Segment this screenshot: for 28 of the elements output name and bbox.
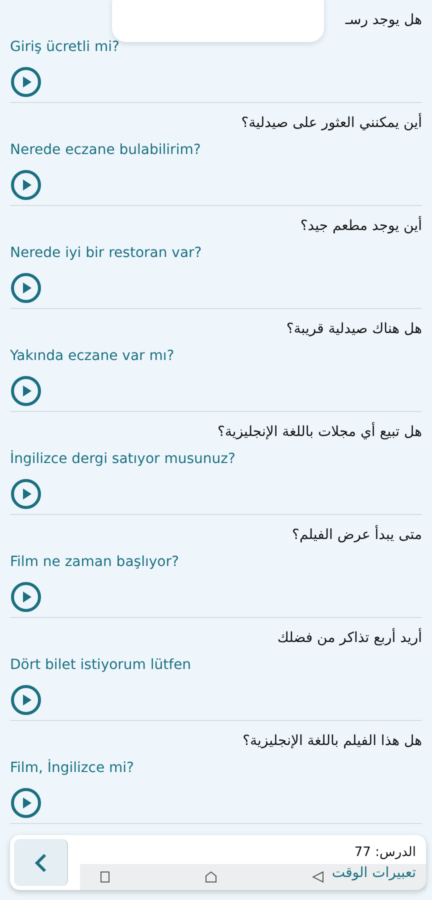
chevron-left-icon [34, 852, 48, 872]
arabic-phrase: هل يوجد رسـ [345, 11, 422, 30]
play-icon[interactable] [10, 478, 42, 510]
play-icon[interactable] [10, 169, 42, 201]
arabic-phrase: هل هناك صيدلية قريبة؟ [286, 320, 422, 339]
turkish-phrase: Film ne zaman başlıyor? [10, 553, 179, 572]
arabic-phrase: هل تبيع أي مجلات باللغة الإنجليزية؟ [218, 421, 422, 442]
turkish-phrase: Nerede iyi bir restoran var? [10, 244, 202, 263]
lesson-title: تعبيرات الوقت [332, 864, 416, 882]
turkish-phrase: Yakında eczane var mı? [10, 347, 174, 366]
back-button[interactable] [14, 839, 68, 886]
arabic-phrase: هل هذا الفيلم باللغة الإنجليزية؟ [242, 732, 422, 751]
arabic-phrase: أين يوجد مطعم جيد؟ [300, 215, 422, 236]
play-icon[interactable] [10, 272, 42, 304]
arabic-phrase: أريد أربع تذاكر من فضلك [277, 627, 422, 648]
play-icon[interactable] [10, 581, 42, 613]
turkish-phrase: Film, İngilizce mi? [10, 758, 134, 778]
play-icon[interactable] [10, 375, 42, 407]
play-icon[interactable] [10, 66, 42, 98]
turkish-phrase: Dört bilet istiyorum lütfen [10, 656, 192, 675]
arabic-phrase: متى يبدأ عرض الفيلم؟ [292, 524, 422, 545]
turkish-phrase: Nerede eczane bulabilirim? [10, 141, 201, 160]
turkish-phrase: Giriş ücretli mi? [10, 38, 120, 57]
turkish-phrase: İngilizce dergi satıyor musunuz? [10, 449, 236, 469]
arabic-phrase: أين يمكنني العثور على صيدلية؟ [241, 112, 422, 133]
lesson-number: الدرس: 77 [354, 844, 416, 862]
play-icon[interactable] [10, 684, 42, 716]
play-icon[interactable] [10, 787, 42, 819]
